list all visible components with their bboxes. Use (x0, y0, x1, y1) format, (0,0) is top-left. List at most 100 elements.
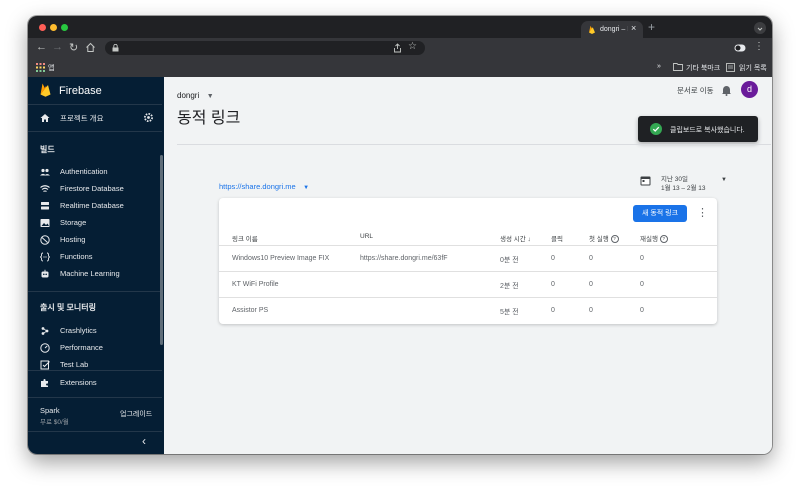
row-first-opens: 0 (589, 307, 593, 314)
bookmark-reading-list[interactable]: 읽기 목록 (739, 63, 767, 73)
reading-list-icon (726, 63, 735, 72)
firebase-brand[interactable]: Firebase (40, 83, 102, 99)
sidebar-item-overview[interactable]: 프로젝트 개요 (28, 111, 162, 125)
project-selector[interactable]: dongri ▼ (177, 85, 214, 103)
browser-titlebar: dongri – Ⅰ × + (28, 16, 772, 38)
new-tab-button[interactable]: + (648, 20, 655, 34)
sidebar-item-label: Performance (60, 343, 103, 352)
docs-link[interactable]: 문서로 이동 (677, 85, 714, 96)
toast-message: 클립보드로 복사했습니다. (670, 127, 745, 134)
back-arrow-icon[interactable]: ← (36, 41, 47, 53)
header-divider (177, 144, 771, 145)
sidebar-divider (28, 370, 162, 371)
collapse-sidebar-icon[interactable]: ‹ (142, 434, 146, 448)
snackbar-toast: 클립보드로 복사했습니다. (638, 116, 758, 142)
date-range-picker[interactable]: 지난 30일 1월 13 – 2월 13 ▼ (640, 172, 730, 192)
check-circle-icon (650, 123, 662, 135)
bookmark-star-icon[interactable]: ☆ (408, 41, 417, 52)
sidebar-item-hosting[interactable]: Hosting (28, 233, 162, 247)
home-icon (40, 114, 50, 122)
sort-arrow-icon: ↓ (527, 236, 531, 243)
help-icon[interactable]: ? (659, 235, 668, 244)
row-clicks: 0 (551, 255, 555, 262)
firestore-wifi-icon (40, 185, 50, 192)
chevron-down-icon: ▼ (303, 185, 310, 191)
sidebar-item-storage[interactable]: Storage (28, 216, 162, 230)
avatar[interactable]: d (741, 81, 758, 98)
sidebar-item-performance[interactable]: Performance (28, 341, 162, 355)
tab-close-icon[interactable]: × (631, 23, 636, 33)
row-created: 2분 전 (500, 283, 519, 290)
upgrade-button[interactable]: 업그레이드 (120, 409, 152, 419)
sidebar-item-label: Crashlytics (60, 326, 97, 335)
bookmark-apps[interactable]: 앱 (48, 63, 54, 73)
row-reopens: 0 (640, 281, 644, 288)
folder-icon (673, 63, 683, 71)
reload-icon[interactable]: ↻ (69, 41, 78, 54)
calendar-icon (640, 176, 651, 186)
sidebar-item-label: Machine Learning (60, 269, 120, 278)
address-bar[interactable]: ☆ (105, 41, 425, 55)
sidebar-item-label: Firestore Database (60, 184, 124, 193)
date-range-detail: 1월 13 – 2월 13 (661, 185, 706, 192)
forward-arrow-icon[interactable]: → (52, 41, 63, 53)
column-header-first-opens-label: 첫 실행 (589, 236, 609, 243)
sidebar-item-authentication[interactable]: Authentication (28, 165, 162, 179)
sidebar-item-functions[interactable]: Functions (28, 250, 162, 264)
database-icon (41, 202, 49, 210)
sidebar-item-label: Authentication (60, 167, 108, 176)
table-row[interactable]: KT WiFi Profile 2분 전 0 0 0 (219, 271, 717, 298)
sidebar-item-realtime-database[interactable]: Realtime Database (28, 199, 162, 213)
sidebar-item-label: Functions (60, 252, 93, 261)
row-url[interactable]: https://share.dongri.me/63fF (360, 255, 448, 262)
plan-name: Spark (40, 406, 60, 415)
minimize-window-button[interactable] (50, 24, 57, 31)
sidebar-item-firestore[interactable]: Firestore Database (28, 182, 162, 196)
extensions-puzzle-icon (41, 379, 48, 387)
globe-icon (40, 235, 50, 245)
row-first-opens: 0 (589, 281, 593, 288)
extension-toggle-icon[interactable] (734, 42, 746, 54)
settings-gear-icon[interactable] (143, 112, 154, 123)
sidebar-divider (28, 397, 162, 398)
lock-icon (112, 44, 119, 52)
page-title: 동적 링크 (177, 110, 241, 127)
sidebar-item-machine-learning[interactable]: Machine Learning (28, 267, 162, 281)
column-header-created[interactable]: 생성 시간 ↓ (500, 233, 531, 243)
column-header-reopens-label: 재실행 (640, 236, 658, 243)
section-release-heading: 출시 및 모니터링 (40, 303, 96, 312)
share-icon[interactable] (393, 43, 402, 53)
sidebar-scrollbar[interactable] (160, 155, 163, 345)
sidebar-divider (28, 291, 162, 292)
home-icon[interactable] (85, 42, 96, 53)
tab-search-button[interactable] (754, 22, 766, 34)
help-icon[interactable]: ? (610, 235, 619, 244)
browser-tab[interactable]: dongri – Ⅰ × (581, 21, 643, 38)
firebase-favicon-icon (589, 25, 595, 34)
sidebar-item-extensions[interactable]: Extensions (28, 376, 162, 390)
new-dynamic-link-button[interactable]: 새 동적 링크 (633, 205, 687, 222)
row-name: KT WiFi Profile (232, 281, 279, 288)
table-row[interactable]: Assistor PS 5분 전 0 0 0 (219, 297, 717, 324)
browser-menu-icon[interactable]: ⋮ (754, 41, 764, 52)
tab-title: dongri – Ⅰ (600, 26, 628, 33)
column-header-url: URL (360, 233, 374, 240)
more-options-icon[interactable]: ⋮ (697, 206, 708, 219)
column-header-first-opens: 첫 실행 ? (589, 233, 619, 244)
plan-price: 무료 $0/월 (40, 419, 69, 426)
notification-bell-icon[interactable] (721, 84, 732, 96)
sidebar-item-crashlytics[interactable]: Crashlytics (28, 324, 162, 338)
apps-grid-icon[interactable] (36, 63, 45, 72)
sidebar-item-label: Extensions (60, 378, 97, 387)
zoom-window-button[interactable] (61, 24, 68, 31)
domain-selector[interactable]: https://share.dongri.me ▼ (219, 176, 309, 194)
sidebar-item-label: 프로젝트 개요 (60, 114, 104, 123)
sidebar-item-label: Storage (60, 218, 87, 227)
sidebar-divider (28, 431, 162, 432)
functions-braces-icon (40, 252, 50, 262)
bookmark-other[interactable]: 기타 북마크 (686, 63, 720, 73)
sidebar-divider (28, 104, 162, 105)
table-row[interactable]: Windows10 Preview Image FIX https://shar… (219, 245, 717, 272)
close-window-button[interactable] (39, 24, 46, 31)
bookmarks-overflow[interactable]: » (657, 63, 661, 70)
